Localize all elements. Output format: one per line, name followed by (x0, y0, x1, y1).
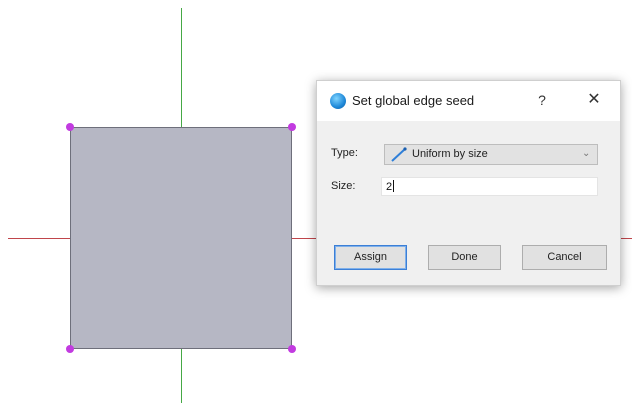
vertex-top-right[interactable] (288, 123, 296, 131)
text-cursor (393, 180, 395, 192)
dialog-titlebar[interactable]: Set global edge seed ? ✕ (317, 81, 620, 121)
type-label: Type: (331, 147, 358, 159)
size-value: 2 (386, 181, 393, 193)
size-input[interactable]: 2 (381, 177, 598, 196)
size-label: Size: (331, 180, 356, 192)
close-button[interactable]: ✕ (586, 90, 602, 110)
type-select[interactable]: Uniform by size ⌄ (384, 144, 598, 165)
set-global-edge-seed-dialog: Set global edge seed ? ✕ Type: Uniform b… (316, 80, 621, 286)
app-icon (330, 93, 346, 109)
dialog-title: Set global edge seed (352, 93, 475, 108)
help-button[interactable]: ? (535, 90, 549, 110)
cancel-button[interactable]: Cancel (522, 245, 607, 270)
chevron-down-icon: ⌄ (582, 148, 591, 159)
assign-button[interactable]: Assign (334, 245, 407, 270)
done-button[interactable]: Done (428, 245, 501, 270)
vertex-bottom-right[interactable] (288, 345, 296, 353)
type-value: Uniform by size (412, 148, 488, 160)
vertex-top-left[interactable] (66, 123, 74, 131)
part-square[interactable] (70, 127, 292, 349)
seed-size-icon (391, 147, 407, 162)
vertex-bottom-left[interactable] (66, 345, 74, 353)
